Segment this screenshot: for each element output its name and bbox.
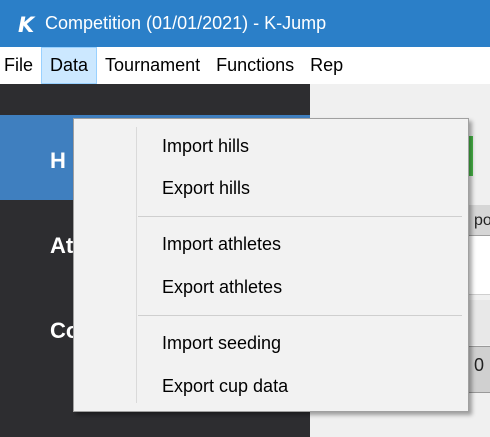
sidebar-item-athletes-label[interactable]: At — [50, 233, 73, 259]
menu-item-export-hills[interactable]: Export hills — [162, 174, 250, 202]
window-title: Competition (01/01/2021) - K-Jump — [45, 13, 327, 33]
menu-item-import-hills[interactable]: Import hills — [162, 132, 249, 160]
sidebar-item-hills-label[interactable]: H — [50, 148, 66, 174]
menu-tournament[interactable]: Tournament — [97, 47, 208, 84]
menu-item-export-cup-data[interactable]: Export cup data — [162, 372, 288, 400]
menu-separator — [138, 216, 462, 217]
menu-item-import-athletes[interactable]: Import athletes — [162, 230, 281, 258]
menu-functions[interactable]: Functions — [208, 47, 302, 84]
table-cell-value-fragment: 0 — [474, 355, 485, 375]
menu-item-export-athletes[interactable]: Export athletes — [162, 273, 282, 301]
window-titlebar[interactable]: K Competition (01/01/2021) - K-Jump — [0, 0, 490, 47]
svg-text:K: K — [18, 13, 36, 35]
menu-bar: File Data Tournament Functions Rep — [0, 47, 490, 84]
table-header-text-fragment: po — [474, 212, 490, 229]
k-jump-logo-icon: K — [16, 13, 38, 35]
menu-icon-gutter-divider — [136, 127, 137, 403]
menu-separator — [138, 315, 462, 316]
menu-file[interactable]: File — [0, 47, 41, 84]
menu-item-import-seeding[interactable]: Import seeding — [162, 329, 281, 357]
menu-reports-partial[interactable]: Rep — [302, 47, 351, 84]
menu-data[interactable]: Data — [41, 47, 98, 84]
data-dropdown-menu: Import hills Export hills Import athlete… — [73, 118, 469, 412]
